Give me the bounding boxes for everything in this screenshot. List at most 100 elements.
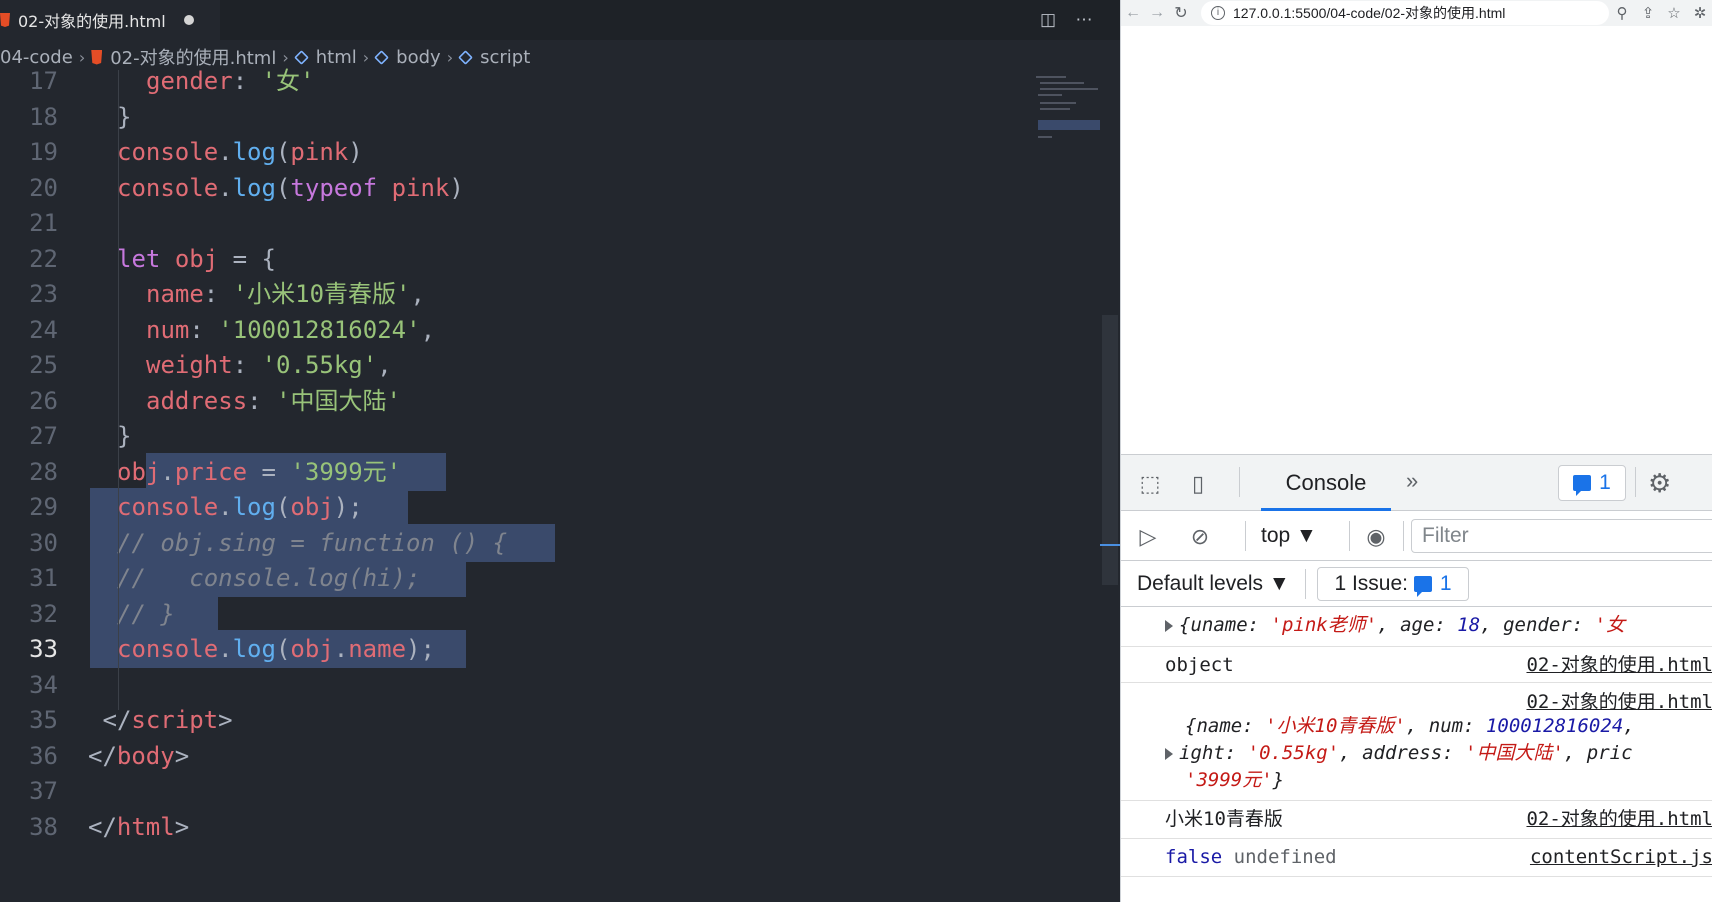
- code-text: console.log(obj);: [117, 493, 363, 521]
- code-line[interactable]: 36 </body>: [0, 737, 1100, 775]
- expand-triangle-icon[interactable]: [1165, 747, 1173, 760]
- issues-counter-button[interactable]: 1: [1558, 465, 1626, 501]
- sidebar-toggle-icon[interactable]: ▷: [1133, 523, 1163, 551]
- code-line[interactable]: 24 num: '100012816024',: [0, 311, 1100, 349]
- more-tabs-icon[interactable]: »: [1406, 468, 1418, 494]
- code-line[interactable]: 37: [0, 772, 1100, 810]
- code-text: </html>: [88, 812, 190, 841]
- code-line[interactable]: 35 </script>: [0, 701, 1100, 739]
- code-text: console.log(typeof pink): [117, 173, 464, 202]
- more-actions-icon[interactable]: ⋯: [1072, 8, 1096, 32]
- source-link[interactable]: contentScript.js: [1530, 839, 1712, 875]
- code-line[interactable]: 17 gender: '女': [0, 62, 1100, 100]
- code-area[interactable]: 17 gender: '女' 18} 19 console.log(pink) 20 con…: [0, 67, 1100, 902]
- log-levels-dropdown[interactable]: Default levels ▼: [1137, 561, 1290, 607]
- dropdown-arrow-icon: ▼: [1296, 524, 1317, 547]
- code-line[interactable]: 26 address: '中国大陆': [0, 382, 1100, 420]
- line-number: 34: [29, 670, 58, 699]
- code-line[interactable]: 25 weight: '0.55kg',: [0, 346, 1100, 384]
- code-line[interactable]: 30 // obj.sing = function () {: [0, 523, 1100, 562]
- extensions-icon[interactable]: ✲: [1687, 4, 1712, 22]
- source-link[interactable]: 02-对象的使用.html: [1526, 687, 1712, 714]
- code-line[interactable]: 28 obj.price = '3999元': [0, 452, 1100, 491]
- indent-guide: [118, 70, 119, 710]
- code-text: </body>: [88, 741, 190, 770]
- line-number: 24: [29, 315, 58, 344]
- code-text: // }: [117, 599, 175, 628]
- code-editor: 02-对象的使用.html ◫ ⋯ 04-code › 02-对象的使用.htm…: [0, 0, 1120, 902]
- inspect-element-icon[interactable]: ⬚: [1135, 469, 1165, 499]
- line-number: 37: [29, 777, 58, 805]
- code-line[interactable]: 33 console.log(obj.name);: [0, 630, 1100, 668]
- code-text: num: '100012816024',: [146, 315, 436, 344]
- code-line[interactable]: 19 console.log(pink): [0, 133, 1100, 171]
- back-icon[interactable]: ←: [1121, 4, 1145, 22]
- line-number: 29: [29, 493, 58, 521]
- console-message: object 02-对象的使用.html: [1121, 647, 1712, 683]
- issue-flag-icon: [1573, 475, 1592, 496]
- address-bar[interactable]: i 127.0.0.1:5500/04-code/02-对象的使用.html: [1201, 1, 1609, 25]
- gear-icon[interactable]: ⚙: [1648, 468, 1671, 499]
- editor-scrollbar[interactable]: [1100, 70, 1120, 902]
- code-line[interactable]: 20 console.log(typeof pink): [0, 169, 1100, 207]
- line-number: 36: [29, 741, 58, 770]
- site-info-icon[interactable]: i: [1211, 6, 1225, 20]
- forward-icon[interactable]: →: [1145, 4, 1169, 22]
- code-text: }: [117, 422, 132, 450]
- editor-tab-active[interactable]: 02-对象的使用.html: [0, 0, 220, 40]
- code-line[interactable]: 18}: [0, 98, 1100, 136]
- dropdown-arrow-icon: ▼: [1268, 572, 1290, 595]
- code-line[interactable]: 34: [0, 666, 1100, 704]
- code-text: weight: '0.55kg',: [146, 351, 392, 379]
- reload-icon[interactable]: ↻: [1169, 3, 1193, 23]
- devtools-panel: ⬚ ▯ Console » 1 ⚙ ▷ ⊘ top ▼ ◉ Filter Def…: [1121, 454, 1712, 902]
- line-number: 32: [29, 599, 58, 628]
- code-line[interactable]: 23 name: '小米10青春版',: [0, 275, 1100, 313]
- console-output: {uname: 'pink老师', age: 18, gender: '女 ob…: [1121, 607, 1712, 902]
- levels-label: Default levels: [1137, 572, 1264, 595]
- console-message[interactable]: 02-对象的使用.html {name: '小米10青春版', num: 100…: [1121, 683, 1712, 801]
- code-line[interactable]: 29 console.log(obj);: [0, 488, 1100, 526]
- code-line[interactable]: 38 </html>: [0, 808, 1100, 846]
- bookmark-star-icon[interactable]: ☆: [1661, 4, 1687, 22]
- device-toolbar-icon[interactable]: ▯: [1183, 469, 1213, 499]
- zoom-icon[interactable]: ⚲: [1609, 4, 1635, 22]
- code-text: gender: '女': [146, 67, 315, 95]
- console-message[interactable]: {uname: 'pink老师', age: 18, gender: '女: [1121, 607, 1712, 647]
- line-number: 25: [29, 351, 58, 379]
- object-preview-line3: '3999元'}: [1185, 769, 1285, 791]
- line-number: 38: [29, 812, 58, 841]
- console-message: false undefined contentScript.js: [1121, 839, 1712, 877]
- source-link[interactable]: 02-对象的使用.html: [1526, 647, 1712, 683]
- line-number: 33: [29, 635, 58, 663]
- code-line[interactable]: 22 let obj = {: [0, 240, 1100, 278]
- share-icon[interactable]: ⇪: [1635, 4, 1661, 22]
- split-editor-icon[interactable]: ◫: [1036, 8, 1060, 32]
- code-line[interactable]: 27}: [0, 417, 1100, 455]
- tab-console[interactable]: Console: [1261, 455, 1391, 511]
- issue-flag-icon: [1413, 576, 1432, 597]
- message-text: 小米10青春版: [1165, 808, 1283, 830]
- code-line[interactable]: 21: [0, 204, 1100, 242]
- unsaved-dot-icon[interactable]: [183, 15, 194, 25]
- code-line[interactable]: 32 // }: [0, 594, 1100, 633]
- code-text: console.log(obj.name);: [117, 635, 435, 663]
- code-text: }: [117, 102, 132, 131]
- minimap[interactable]: [1036, 74, 1100, 154]
- line-number: 35: [29, 706, 58, 734]
- context-selector[interactable]: top ▼: [1261, 511, 1317, 561]
- code-line[interactable]: 31 // console.log(hi);: [0, 559, 1100, 597]
- code-text: // console.log(hi);: [117, 564, 421, 592]
- scrollbar-cursor-marker: [1100, 544, 1120, 546]
- filter-input[interactable]: Filter: [1411, 519, 1712, 553]
- expand-triangle-icon[interactable]: [1165, 619, 1173, 632]
- object-preview-line1: {name: '小米10青春版', num: 100012816024,: [1185, 715, 1635, 737]
- issues-button[interactable]: 1 Issue: 1: [1317, 567, 1469, 601]
- console-levels-bar: Default levels ▼ 1 Issue: 1: [1121, 561, 1712, 607]
- code-text: address: '中国大陆': [146, 386, 401, 415]
- source-link[interactable]: 02-对象的使用.html: [1526, 801, 1712, 837]
- message-boolean: false: [1165, 846, 1223, 868]
- eye-icon[interactable]: ◉: [1361, 523, 1391, 551]
- code-text: </script>: [102, 706, 233, 734]
- clear-console-icon[interactable]: ⊘: [1185, 523, 1215, 551]
